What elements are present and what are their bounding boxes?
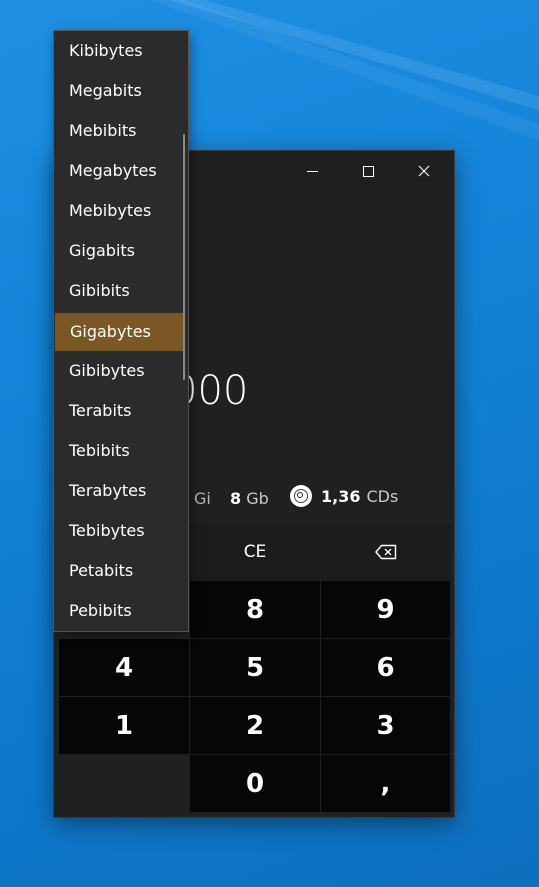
dropdown-item-tebibits[interactable]: Tebibits — [54, 432, 185, 470]
dropdown-item-terabits[interactable]: Terabits — [54, 392, 185, 430]
equivalent-gb-unit: Gb — [246, 489, 269, 508]
dropdown-item-gigabits[interactable]: Gigabits — [54, 232, 185, 270]
digit-5-button[interactable]: 5 — [190, 639, 320, 696]
equivalent-gi-unit: Gi — [194, 489, 211, 508]
digit-8-button[interactable]: 8 — [190, 581, 320, 638]
digit-4-button[interactable]: 4 — [59, 639, 189, 696]
dropdown-item-gibibits[interactable]: Gibibits — [54, 272, 185, 310]
maximize-icon — [362, 165, 374, 177]
digit-3-button[interactable]: 3 — [321, 697, 450, 754]
equivalent-cd-unit: CDs — [366, 486, 399, 506]
digit-0-button[interactable]: 0 — [190, 755, 320, 812]
unit-dropdown-list[interactable]: Kibibytes Megabits Mebibits Megabytes Me… — [54, 31, 188, 631]
dropdown-item-mebibytes[interactable]: Mebibytes — [54, 192, 185, 230]
dropdown-item-pebibits[interactable]: Pebibits — [54, 592, 185, 630]
dropdown-item-terabytes[interactable]: Terabytes — [54, 472, 185, 510]
ce-button[interactable]: CE — [190, 524, 320, 580]
digit-2-button[interactable]: 2 — [190, 697, 320, 754]
equivalent-gigabits: 8 Gb — [230, 489, 269, 508]
dropdown-item-tebibytes[interactable]: Tebibytes — [54, 512, 185, 550]
equivalent-gb-value: 8 — [230, 489, 242, 508]
backspace-icon — [374, 544, 396, 560]
cd-icon — [290, 485, 312, 507]
close-icon — [418, 165, 430, 177]
dropdown-item-megabytes[interactable]: Megabytes — [54, 152, 185, 190]
close-button[interactable] — [396, 151, 452, 191]
dropdown-scrollbar[interactable] — [183, 134, 185, 380]
dropdown-item-kibibytes[interactable]: Kibibytes — [54, 32, 185, 70]
minimize-icon — [306, 170, 318, 172]
equivalent-cd-value: 1,36 — [321, 486, 361, 506]
dropdown-item-megabits[interactable]: Megabits — [54, 72, 185, 110]
decimal-separator-button[interactable]: , — [321, 755, 450, 812]
digit-6-button[interactable]: 6 — [321, 639, 450, 696]
backspace-button[interactable] — [321, 524, 450, 580]
dropdown-item-petabits[interactable]: Petabits — [54, 552, 185, 590]
empty-key-slot — [59, 755, 189, 812]
dropdown-item-mebibits[interactable]: Mebibits — [54, 112, 185, 150]
equivalent-cds: 1,36 CDs — [290, 485, 398, 507]
digit-9-button[interactable]: 9 — [321, 581, 450, 638]
dropdown-item-gibibytes[interactable]: Gibibytes — [54, 352, 185, 390]
minimize-button[interactable] — [284, 151, 340, 191]
dropdown-item-gigabytes[interactable]: Gigabytes — [55, 313, 185, 351]
maximize-button[interactable] — [340, 151, 396, 191]
digit-1-button[interactable]: 1 — [59, 697, 189, 754]
